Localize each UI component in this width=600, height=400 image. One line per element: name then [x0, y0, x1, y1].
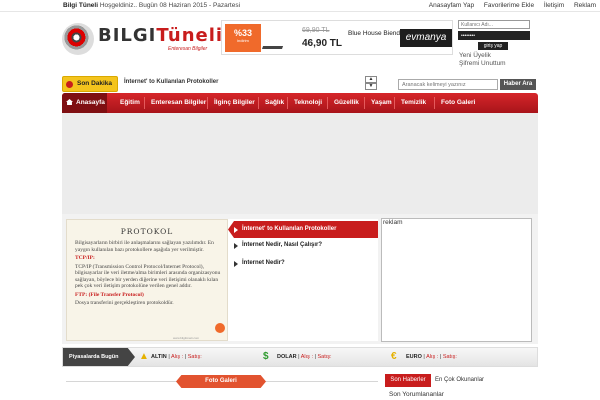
nav-divider — [207, 97, 208, 109]
forgot-password-link[interactable]: Şifremi Unuttum — [459, 60, 530, 67]
pager-down-icon[interactable]: ▼ — [365, 83, 377, 90]
new-price: 46,90 TL — [302, 38, 343, 49]
old-price: 69,90 TL — [302, 27, 330, 34]
nav-item-beauty[interactable]: Güzellik — [334, 93, 359, 113]
ftp-text: Dosya transferini gerçekleştiren protoko… — [75, 300, 174, 306]
right-ad-box[interactable]: reklam — [381, 218, 532, 342]
headline-item[interactable]: İnternet Nedir, Nasıl Çalışır? — [228, 237, 378, 254]
featured-body: Bilgisayarların birbiri ile anlaşmaların… — [75, 240, 223, 309]
nav-item-technology[interactable]: Teknoloji — [294, 93, 322, 113]
breaking-pager: ▲ ▼ — [365, 76, 377, 92]
username-input[interactable] — [458, 20, 530, 29]
greeting-date: Hoşgeldiniz.. Bugün 08 Haziran 2015 - Pa… — [99, 2, 241, 9]
breaking-label: Son Dakika — [62, 76, 118, 92]
nav-divider — [364, 97, 365, 109]
tab-most-read[interactable]: En Çok Okunanlar — [435, 374, 484, 387]
euro-icon: € — [391, 351, 397, 362]
blender-icon — [261, 27, 291, 49]
link-advertise[interactable]: Reklam — [574, 2, 596, 9]
dollar-icon: $ — [263, 351, 269, 362]
photo-gallery-section: Foto Galeri — [66, 371, 378, 400]
top-bar: Bilgi Tüneli Hoşgeldiniz.. Bugün 08 Hazi… — [0, 0, 600, 12]
site-name: Bilgi Tüneli — [63, 2, 99, 9]
news-tabs: Son Haberler En Çok Okunanlar Son Yoruml… — [385, 374, 533, 400]
headline-item[interactable]: İnternet Nedir? — [228, 255, 378, 272]
nav-item-life[interactable]: Yaşam — [371, 93, 392, 113]
greeting-text: Bilgi Tüneli Hoşgeldiniz.. Bugün 08 Hazi… — [63, 2, 240, 9]
photo-gallery-tab[interactable]: Foto Galeri — [176, 375, 266, 388]
product-name: Blue House Biender — [348, 30, 406, 37]
tcp-text: TCP/IP (Transmission Control Protocol/In… — [75, 263, 221, 290]
nav-item-photo-gallery[interactable]: Foto Galeri — [441, 93, 475, 113]
breaking-headline[interactable]: İnternet' to Kullanılan Protokoller — [124, 79, 218, 85]
main-nav: Anasayfa Eğitim Enteresan Bilgiler İlgin… — [62, 93, 538, 113]
nav-item-health[interactable]: Sağlık — [265, 93, 284, 113]
link-add-favorites[interactable]: Favorilerime Ekle — [484, 2, 534, 9]
search-input[interactable] — [398, 79, 498, 90]
markets-title: Piyasalarda Bugün — [63, 348, 135, 366]
nav-item-interesting-info[interactable]: Enteresan Bilgiler — [151, 93, 206, 113]
top-links: Anasayfam Yap Favorilerime Ekle İletişim… — [421, 2, 596, 9]
market-gold: ALTIN | Alış : | Satış: — [151, 354, 202, 360]
tab-latest-news[interactable]: Son Haberler — [385, 374, 431, 387]
nav-item-curious-info[interactable]: İlginç Bilgiler — [214, 93, 255, 113]
site-logo[interactable]: BILGITüneli Enteresan Bilgiler — [62, 19, 222, 59]
nav-divider — [394, 97, 395, 109]
link-contact[interactable]: İletişim — [544, 2, 564, 9]
home-icon — [66, 99, 73, 105]
breaking-news-bar: Son Dakika İnternet' to Kullanılan Proto… — [62, 76, 538, 92]
link-set-homepage[interactable]: Anasayfam Yap — [429, 2, 474, 9]
discount-badge: %33 indirim — [225, 24, 261, 52]
nav-item-education[interactable]: Eğitim — [120, 93, 140, 113]
nav-divider — [258, 97, 259, 109]
password-input[interactable] — [458, 31, 530, 40]
breaking-dot-icon — [66, 81, 73, 88]
image-credit: www.bilgitüneli.com — [173, 336, 200, 340]
nav-divider — [327, 97, 328, 109]
orange-dot-icon — [215, 323, 225, 333]
ftp-label: FTP: (File Transfer Protocol) — [75, 291, 144, 298]
headline-list: İnternet' to Kullanılan Protokoller İnte… — [228, 219, 378, 341]
featured-intro: Bilgisayarların birbiri ile anlaşmaların… — [75, 240, 214, 253]
headline-item[interactable]: İnternet' to Kullanılan Protokoller — [228, 221, 378, 238]
login-button[interactable]: giriş yap — [478, 42, 508, 50]
search-button[interactable]: Haber Ara — [500, 79, 536, 90]
market-dollar: DOLAR | Alış : | Satış: — [277, 354, 332, 360]
brand-logo: evmanya — [400, 29, 452, 47]
nav-divider — [144, 97, 145, 109]
register-link[interactable]: Yeni Üyelik — [459, 52, 530, 59]
ad-banner[interactable]: %33 indirim 69,90 TL 46,90 TL Blue House… — [221, 20, 453, 55]
login-form: giriş yap Yeni Üyelik Şifremi Unuttum — [458, 20, 530, 67]
ad-placeholder — [62, 113, 538, 214]
disc-logo-icon — [62, 23, 94, 55]
nav-divider — [287, 97, 288, 109]
tcp-label: TCP/IP: — [75, 255, 95, 261]
pager-up-icon[interactable]: ▲ — [365, 76, 377, 83]
logo-slogan: Enteresan Bilgiler — [168, 46, 208, 52]
market-euro: EURO | Alış : | Satış: — [406, 354, 457, 360]
featured-news-image[interactable]: PROTOKOL Bilgisayarların birbiri ile anl… — [66, 219, 228, 341]
gold-icon: ▲ — [139, 351, 149, 362]
nav-home[interactable]: Anasayfa — [62, 93, 107, 113]
featured-title: PROTOKOL — [120, 227, 174, 236]
ad-label: reklam — [383, 219, 403, 226]
tab-latest-comments[interactable]: Son Yorumlananlar — [389, 391, 444, 398]
markets-bar: Piyasalarda Bugün ▲ ALTIN | Alış : | Sat… — [62, 347, 538, 367]
nav-divider — [434, 97, 435, 109]
logo-wordmark: BILGITüneli — [98, 25, 224, 46]
nav-item-cleaning[interactable]: Temizlik — [401, 93, 426, 113]
